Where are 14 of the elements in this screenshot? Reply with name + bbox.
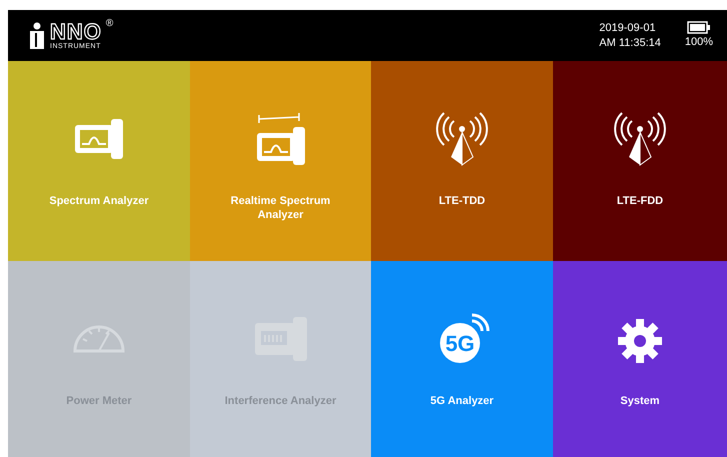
app-tile[interactable]: 5G 5G Analyzer: [371, 261, 553, 457]
app-tile[interactable]: Spectrum Analyzer: [8, 61, 190, 261]
date-text: 2019-09-01: [599, 21, 657, 36]
app-tile[interactable]: System: [553, 261, 727, 457]
logo-wordmark: NNO: [50, 21, 102, 43]
app-tile[interactable]: LTE-TDD: [371, 61, 553, 261]
battery-icon: [686, 20, 711, 34]
gauge-icon: [73, 325, 125, 353]
time-text: AM 11:35:14: [599, 36, 661, 50]
app-tile[interactable]: Realtime Spectrum Analyzer: [190, 61, 371, 261]
battery-percentage: 100%: [684, 34, 713, 50]
logo-icon: [28, 22, 46, 50]
registered-mark: ®: [106, 19, 114, 29]
app-tile[interactable]: LTE-FDD: [553, 61, 727, 261]
